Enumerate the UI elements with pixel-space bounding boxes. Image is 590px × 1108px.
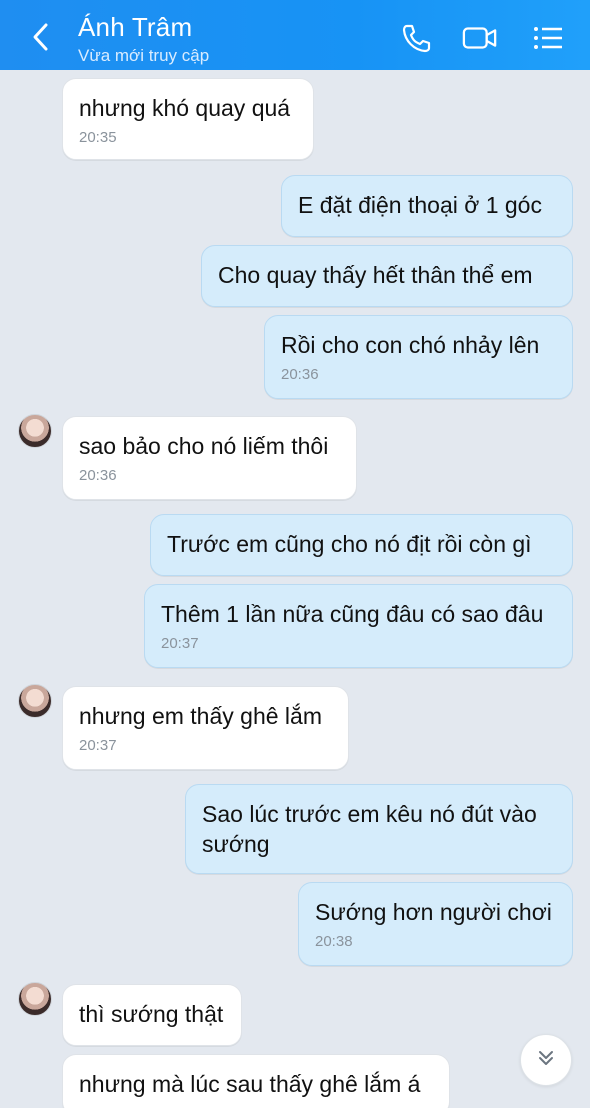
message-bubble-outgoing[interactable]: Thêm 1 lần nữa cũng đâu có sao đâu 20:37 (144, 584, 573, 668)
scroll-to-bottom-button[interactable] (520, 1034, 572, 1086)
message-bubble-outgoing[interactable]: E đặt điện thoại ở 1 góc (281, 175, 573, 237)
message-text: Thêm 1 lần nữa cũng đâu có sao đâu (161, 601, 544, 627)
contact-name[interactable]: Ánh Trâm (78, 12, 192, 43)
contact-avatar[interactable] (18, 684, 52, 718)
message-text: thì sướng thật (79, 1001, 224, 1027)
message-text: Rồi cho con chó nhảy lên (281, 332, 540, 358)
message-bubble-outgoing[interactable]: Sướng hơn người chơi 20:38 (298, 882, 573, 966)
message-text: Sao lúc trước em kêu nó đút vào sướng (202, 801, 537, 857)
video-call-icon[interactable] (462, 20, 498, 56)
contact-avatar[interactable] (18, 414, 52, 448)
message-text: sao bảo cho nó liếm thôi (79, 433, 329, 459)
chat-header: Ánh Trâm Vừa mới truy cập (0, 0, 590, 70)
message-bubble-outgoing[interactable]: Trước em cũng cho nó địt rồi còn gì (150, 514, 573, 576)
message-bubble-outgoing[interactable]: Cho quay thấy hết thân thể em (201, 245, 573, 307)
message-text: nhưng mà lúc sau thấy ghê lắm á (79, 1071, 421, 1097)
contact-avatar[interactable] (18, 982, 52, 1016)
message-bubble-outgoing[interactable]: Sao lúc trước em kêu nó đút vào sướng (185, 784, 573, 874)
contact-status: Vừa mới truy cập (78, 46, 210, 65)
message-text: Sướng hơn người chơi (315, 899, 552, 925)
message-bubble-incoming[interactable]: nhưng khó quay quá 20:35 (62, 78, 314, 160)
message-time: 20:38 (315, 933, 353, 950)
message-text: Trước em cũng cho nó địt rồi còn gì (167, 531, 532, 557)
message-time: 20:36 (281, 366, 319, 383)
double-chevron-down-icon (536, 1048, 556, 1073)
message-time: 20:35 (79, 129, 117, 146)
message-text: E đặt điện thoại ở 1 góc (298, 192, 542, 218)
message-text: nhưng khó quay quá (79, 95, 291, 121)
message-time: 20:37 (161, 635, 199, 652)
message-bubble-incoming[interactable]: thì sướng thật (62, 984, 242, 1046)
message-bubble-incoming[interactable]: nhưng mà lúc sau thấy ghê lắm á (62, 1054, 450, 1108)
message-text: nhưng em thấy ghê lắm (79, 703, 322, 729)
message-text: Cho quay thấy hết thân thể em (218, 262, 533, 288)
message-bubble-incoming[interactable]: nhưng em thấy ghê lắm 20:37 (62, 686, 349, 770)
phone-icon[interactable] (398, 20, 434, 56)
back-chevron-icon[interactable] (26, 20, 56, 54)
message-time: 20:37 (79, 737, 117, 754)
menu-list-icon[interactable] (530, 20, 566, 56)
message-bubble-outgoing[interactable]: Rồi cho con chó nhảy lên 20:36 (264, 315, 573, 399)
message-bubble-incoming[interactable]: sao bảo cho nó liếm thôi 20:36 (62, 416, 357, 500)
message-list[interactable]: nhưng khó quay quá 20:35 E đặt điện thoạ… (0, 70, 590, 1108)
message-time: 20:36 (79, 467, 117, 484)
